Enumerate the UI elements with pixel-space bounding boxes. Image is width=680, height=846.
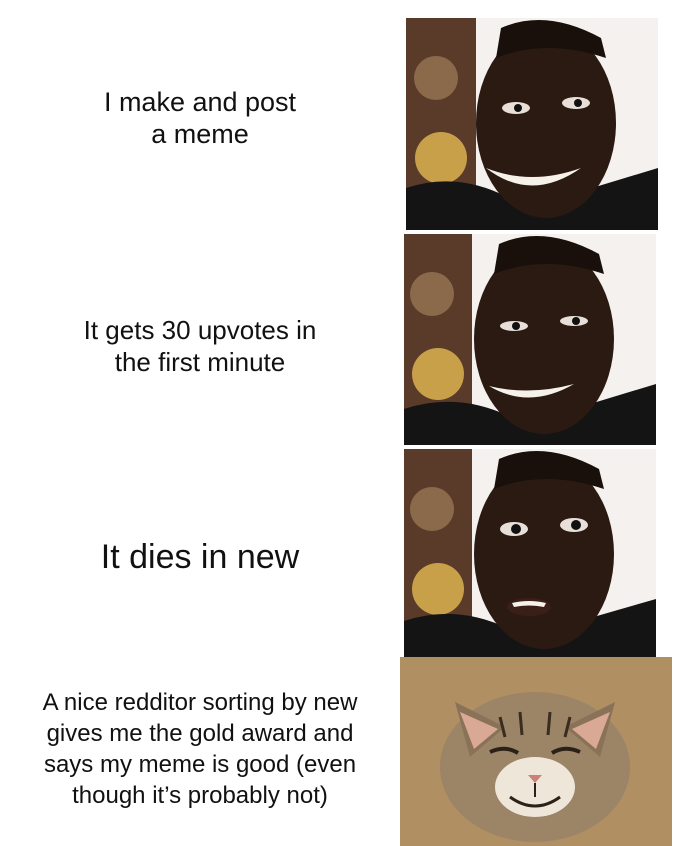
happy-man-illustration [406,18,658,230]
caption-line: I make and post [103,87,297,117]
caption-line: gives me the gold award and [46,720,354,747]
caption-line: It gets 30 upvotes in [83,315,317,345]
caption-line: It dies in new [100,538,300,576]
disappointed-man-photo [404,449,656,657]
happy-man-photo [406,18,658,230]
meme-panel-4: A nice redditor sorting by new gives me … [0,657,680,846]
panel-1-caption: I make and post a meme [0,86,400,150]
panel-2-caption: It gets 30 upvotes in the first minute [0,314,400,378]
smiling-less-man-photo [404,234,656,445]
caption-line: says my meme is good (even [43,751,357,778]
panel-3-caption: It dies in new [0,537,400,577]
caption-line: though it’s probably not) [72,782,328,809]
panel-4-caption: A nice redditor sorting by new gives me … [0,687,400,811]
smiling-kitten-photo [400,657,672,846]
disappointed-man-illustration [404,449,656,657]
caption-line: the first minute [114,347,286,377]
meme-panel-2: It gets 30 upvotes in the first minute [0,230,680,445]
kitten-illustration [400,657,672,846]
caption-line: a meme [151,119,249,149]
smiling-less-man-illustration [404,234,656,445]
meme-panel-1: I make and post a meme [0,0,680,230]
meme-panel-3: It dies in new [0,445,680,657]
caption-line: A nice redditor sorting by new [42,689,358,716]
